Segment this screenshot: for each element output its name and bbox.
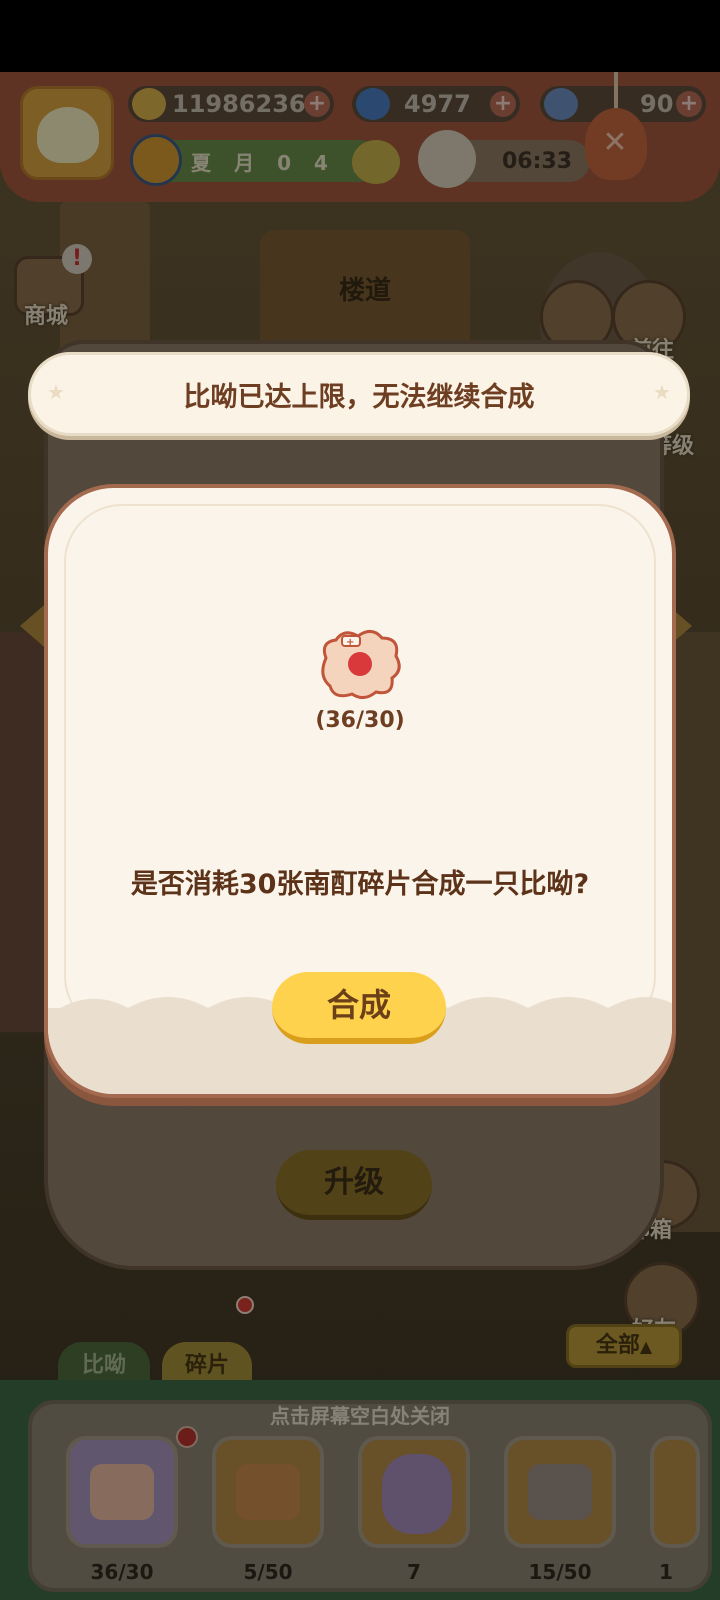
combine-question-text: 是否消耗30张南酊碎片合成一只比呦?: [130, 869, 590, 900]
nurse-fragment-icon: +: [321, 630, 401, 699]
combine-button[interactable]: 合成: [272, 972, 446, 1044]
star-icon: ★: [653, 380, 671, 404]
limit-toast: ★ 比呦已达上限，无法继续合成 ★: [28, 352, 690, 436]
svg-text:+: +: [346, 637, 354, 648]
dialog-inner-border: [64, 504, 656, 1034]
star-icon: ★: [47, 380, 65, 404]
toast-message: 比呦已达上限，无法继续合成: [183, 381, 535, 413]
fragment-count-text: (36/30): [315, 708, 405, 733]
